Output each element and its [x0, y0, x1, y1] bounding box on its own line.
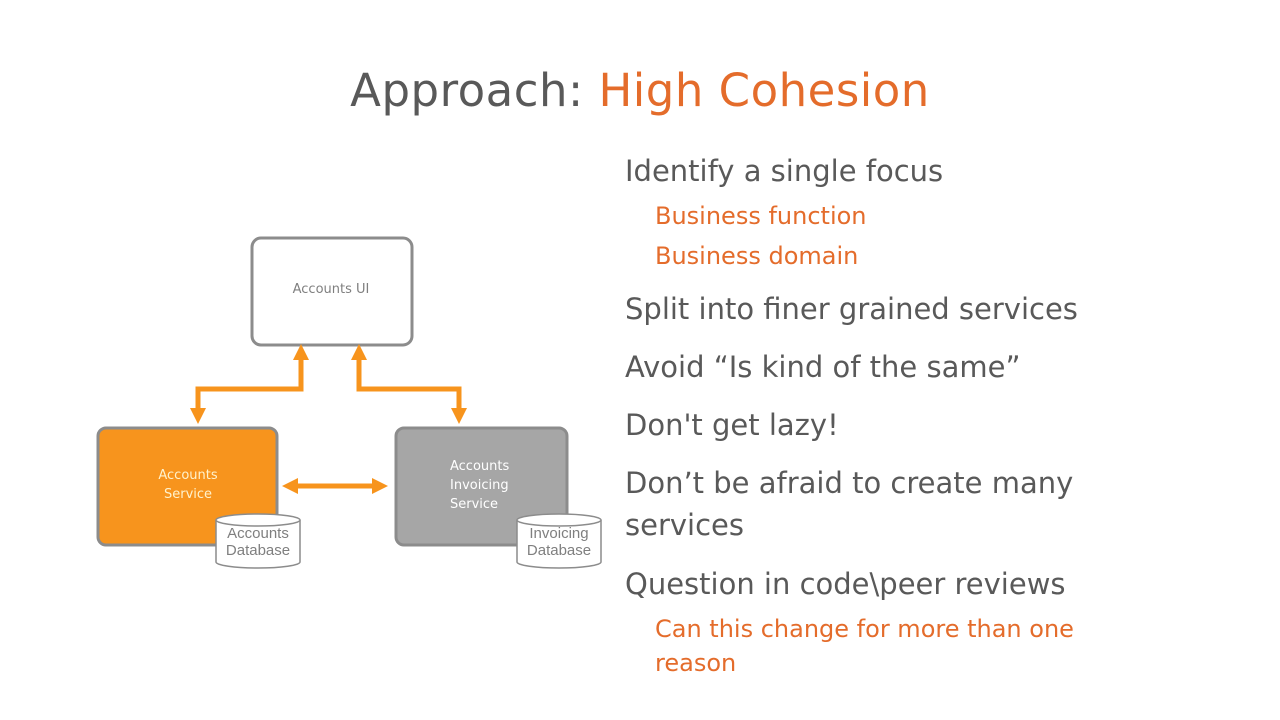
invoicing-service-label-line1: Accounts: [450, 459, 509, 474]
accounts-service-label-line2: Service: [164, 487, 212, 502]
accounts-database-label-line2: Database: [226, 542, 290, 559]
invoicing-database-label-line1: Invoicing: [529, 525, 588, 542]
arrow-ui-to-invoicing-service: [350, 343, 468, 425]
bullet-item: Don’t be afraid to create many: [625, 466, 1074, 500]
invoicing-database-node: Invoicing Database: [516, 513, 602, 569]
sub-bullet-item-continuation: reason: [655, 649, 737, 677]
accounts-service-label-line1: Accounts: [158, 468, 217, 483]
sub-bullet-item: Business domain: [655, 242, 859, 270]
arrow-ui-to-accounts-service: [189, 343, 310, 425]
accounts-ui-node: Accounts UI: [250, 236, 414, 347]
bullet-item: Question in code\peer reviews: [625, 567, 1066, 601]
invoicing-service-label-line3: Service: [450, 497, 498, 512]
bullet-item: Identify a single focus: [625, 154, 944, 188]
bullet-item-continuation: services: [625, 508, 744, 542]
slide: Approach: High Cohesion Accounts UI Acco…: [0, 0, 1280, 720]
bullet-item: Split into finer grained services: [625, 292, 1078, 326]
bullet-item: Don't get lazy!: [625, 408, 839, 442]
invoicing-database-label-line2: Database: [527, 542, 591, 559]
sub-bullet-item: Can this change for more than one: [655, 615, 1074, 643]
bullet-item: Avoid “Is kind of the same”: [625, 350, 1021, 384]
accounts-database-label-line1: Accounts: [227, 525, 289, 542]
accounts-database-node: Accounts Database: [215, 513, 301, 569]
sub-bullet-item: Business function: [655, 202, 867, 230]
accounts-ui-label: Accounts UI: [293, 282, 370, 297]
invoicing-service-label-line2: Invoicing: [450, 478, 509, 493]
